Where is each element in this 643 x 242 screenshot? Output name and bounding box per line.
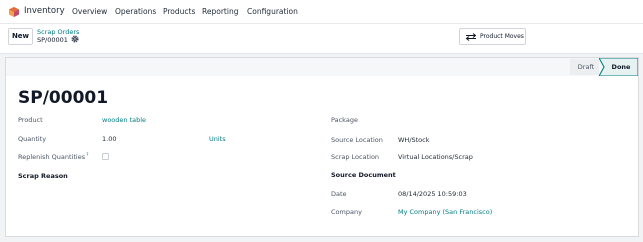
source-document-label: Source Document bbox=[331, 171, 396, 179]
date-label: Date bbox=[331, 190, 347, 198]
uom-field[interactable]: Units bbox=[209, 135, 226, 143]
replenish-quantities-label: Replenish Quantities? bbox=[18, 153, 88, 161]
exchange-arrows-icon bbox=[465, 33, 477, 41]
menu-operations[interactable]: Operations bbox=[115, 7, 156, 17]
menu-reporting[interactable]: Reporting bbox=[202, 7, 238, 17]
scrap-location-label: Scrap Location bbox=[331, 153, 380, 161]
source-location-label: Source Location bbox=[331, 136, 383, 144]
app-title[interactable]: Inventory bbox=[24, 6, 65, 16]
company-field[interactable]: My Company (San Francisco) bbox=[398, 208, 492, 216]
stage-draft[interactable]: Draft bbox=[570, 59, 602, 75]
scrap-reason-label: Scrap Reason bbox=[18, 172, 68, 180]
inventory-app-icon[interactable] bbox=[9, 7, 19, 17]
quantity-label: Quantity bbox=[18, 135, 47, 143]
form-sheet bbox=[5, 57, 639, 237]
source-location-field[interactable]: WH/Stock bbox=[398, 136, 430, 144]
gear-icon[interactable] bbox=[71, 35, 79, 43]
breadcrumb-current-record: SP/00001 bbox=[37, 36, 68, 44]
control-panel bbox=[0, 24, 643, 54]
stage-done[interactable]: Done bbox=[605, 59, 637, 75]
date-field[interactable]: 08/14/2025 10:59:03 bbox=[398, 190, 467, 198]
top-navbar: Inventory Overview Operations Products R… bbox=[0, 0, 643, 24]
package-label: Package bbox=[331, 116, 358, 124]
new-button[interactable]: New bbox=[8, 28, 33, 45]
record-title: SP/00001 bbox=[18, 88, 109, 108]
help-tooltip-icon[interactable]: ? bbox=[86, 153, 88, 158]
menu-overview[interactable]: Overview bbox=[72, 7, 107, 17]
menu-products[interactable]: Products bbox=[163, 7, 195, 17]
scrap-location-field[interactable]: Virtual Locations/Scrap bbox=[398, 153, 473, 161]
product-field[interactable]: wooden table bbox=[102, 116, 146, 124]
product-moves-label: Product Moves bbox=[480, 33, 524, 40]
statusbar bbox=[6, 58, 638, 76]
replenish-quantities-checkbox[interactable] bbox=[102, 153, 109, 160]
product-label: Product bbox=[18, 116, 43, 124]
quantity-field[interactable]: 1.00 bbox=[102, 135, 116, 143]
menu-configuration[interactable]: Configuration bbox=[247, 7, 298, 17]
product-moves-button[interactable]: Product Moves bbox=[459, 28, 526, 45]
company-label: Company bbox=[331, 208, 362, 216]
replenish-quantities-text: Replenish Quantities bbox=[18, 153, 86, 162]
